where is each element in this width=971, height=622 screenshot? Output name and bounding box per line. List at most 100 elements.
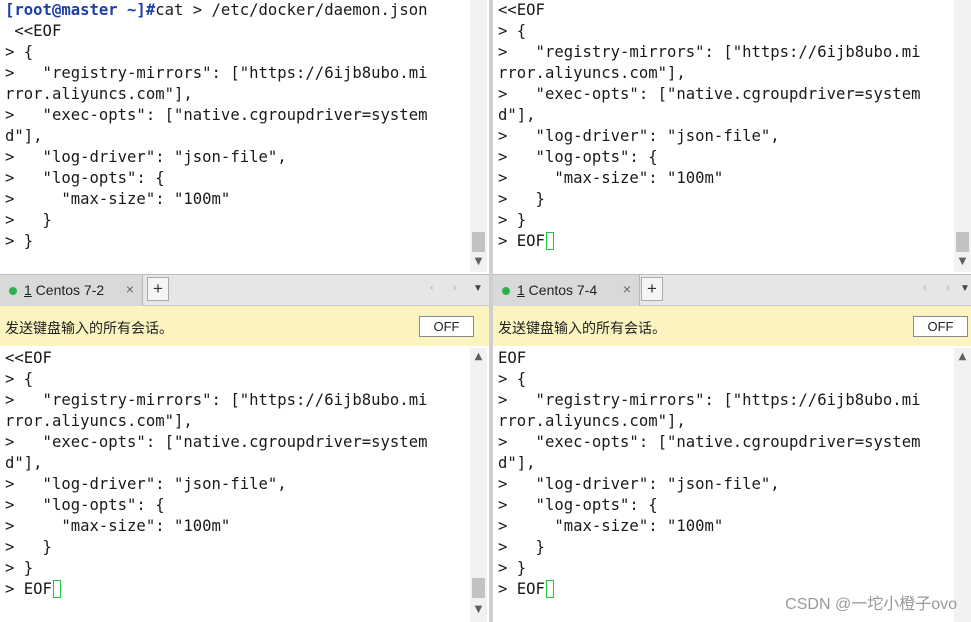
broadcast-message: 发送键盘输入的所有会话。 xyxy=(498,320,666,336)
terminal-text: > } xyxy=(5,538,52,556)
terminal-text: d"], xyxy=(498,106,536,124)
scroll-down-icon[interactable]: ▼ xyxy=(470,601,487,618)
text-cursor xyxy=(545,232,554,250)
vertical-scrollbar[interactable]: ▲ xyxy=(954,348,971,622)
tab-nav-arrows[interactable]: ‹ › xyxy=(923,282,957,294)
vertical-scrollbar[interactable]: ▲ ▼ xyxy=(470,348,487,622)
add-tab-button[interactable]: + xyxy=(641,277,663,301)
terminal-text: > { xyxy=(5,43,34,61)
terminal-line: > "log-driver": "json-file", xyxy=(498,126,920,147)
terminal-text: > } xyxy=(5,559,34,577)
terminal-text: d"], xyxy=(5,454,43,472)
terminal-text: EOF xyxy=(498,349,527,367)
terminal-text: rror.aliyuncs.com"], xyxy=(5,412,193,430)
scrollbar-thumb[interactable] xyxy=(472,578,485,598)
terminal-line: > } xyxy=(498,189,920,210)
terminal-pane-bottom-right[interactable]: EOF > {> "registry-mirrors": ["https://6i… xyxy=(493,348,971,622)
terminal-text: > "registry-mirrors": ["https://6ijb8ubo… xyxy=(498,391,921,409)
terminal-text: > } xyxy=(498,559,527,577)
terminal-line: d"], xyxy=(498,453,920,474)
terminal-text: > "exec-opts": ["native.cgroupdriver=sys… xyxy=(5,433,428,451)
scroll-up-icon[interactable]: ▲ xyxy=(954,348,971,365)
tab-label: 1 Centos 7-2 xyxy=(24,282,105,298)
status-dot-icon xyxy=(9,287,17,295)
scrollbar-thumb[interactable] xyxy=(472,232,485,252)
terminal-text: > "max-size": "100m" xyxy=(498,517,724,535)
terminal-text: > "log-driver": "json-file", xyxy=(498,127,780,145)
terminal-line: > { xyxy=(498,369,920,390)
terminal-text: > } xyxy=(498,190,545,208)
close-icon[interactable]: × xyxy=(126,281,134,297)
broadcast-off-button[interactable]: OFF xyxy=(419,316,474,337)
close-icon[interactable]: × xyxy=(623,281,631,297)
terminal-line: > "log-opts": { xyxy=(5,495,427,516)
terminal-line: > "exec-opts": ["native.cgroupdriver=sys… xyxy=(5,105,427,126)
tab-centos-7-4[interactable]: 1 Centos 7-4 × xyxy=(493,275,640,306)
scroll-down-icon[interactable]: ▼ xyxy=(954,253,971,270)
terminal-output: <<EOF > {> "registry-mirrors": ["https://… xyxy=(0,348,427,600)
tab-nav-arrows[interactable]: ‹ › xyxy=(430,282,464,294)
terminal-text: > } xyxy=(498,211,527,229)
terminal-text: <<EOF xyxy=(498,1,545,19)
terminal-text: > } xyxy=(5,232,34,250)
terminal-pane-bottom-left[interactable]: <<EOF > {> "registry-mirrors": ["https://… xyxy=(0,348,489,622)
terminal-line: rror.aliyuncs.com"], xyxy=(5,411,427,432)
terminal-text: > "max-size": "100m" xyxy=(5,190,231,208)
terminal-text: rror.aliyuncs.com"], xyxy=(498,64,686,82)
scrollbar-thumb[interactable] xyxy=(956,232,969,252)
broadcast-input-bar: 发送键盘输入的所有会话。 OFF xyxy=(493,306,971,346)
terminal-text: > "registry-mirrors": ["https://6ijb8ubo… xyxy=(5,391,428,409)
terminal-line: <<EOF xyxy=(5,21,427,42)
terminal-text: <<EOF xyxy=(5,349,52,367)
terminal-line: > "exec-opts": ["native.cgroupdriver=sys… xyxy=(498,432,920,453)
terminal-text: > "exec-opts": ["native.cgroupdriver=sys… xyxy=(498,85,921,103)
terminal-line: > "exec-opts": ["native.cgroupdriver=sys… xyxy=(5,432,427,453)
terminal-pane-top-left[interactable]: [root@master ~]#cat > /etc/docker/daemon… xyxy=(0,0,489,272)
terminal-line: > "log-opts": { xyxy=(498,495,920,516)
terminal-pane-top-right[interactable]: <<EOF > {> "registry-mirrors": ["https://… xyxy=(493,0,971,272)
terminal-text: > "max-size": "100m" xyxy=(498,169,724,187)
add-tab-button[interactable]: + xyxy=(147,277,169,301)
chevron-down-icon[interactable]: ▼ xyxy=(473,283,483,294)
vertical-scrollbar[interactable]: ▼ xyxy=(470,0,487,272)
scroll-up-icon[interactable]: ▲ xyxy=(470,348,487,365)
terminal-text: > EOF xyxy=(5,580,52,598)
tab-label: 1 Centos 7-4 xyxy=(517,282,598,298)
terminal-line: EOF xyxy=(498,348,920,369)
terminal-text: cat > /etc/docker/daemon.json xyxy=(155,1,428,19)
terminal-text: > { xyxy=(498,22,527,40)
terminal-line: > { xyxy=(5,42,427,63)
terminal-line: > "log-driver": "json-file", xyxy=(5,474,427,495)
terminal-line: d"], xyxy=(498,105,920,126)
terminal-line: > "log-driver": "json-file", xyxy=(498,474,920,495)
terminal-line: > { xyxy=(5,369,427,390)
terminal-line: > "log-opts": { xyxy=(5,168,427,189)
terminal-text: > "registry-mirrors": ["https://6ijb8ubo… xyxy=(5,64,428,82)
terminal-line: > } xyxy=(498,537,920,558)
terminal-text: > "max-size": "100m" xyxy=(5,517,231,535)
terminal-line: > "exec-opts": ["native.cgroupdriver=sys… xyxy=(498,84,920,105)
terminal-text: > "log-opts": { xyxy=(5,169,165,187)
scroll-down-icon[interactable]: ▼ xyxy=(470,253,487,270)
terminal-output: [root@master ~]#cat > /etc/docker/daemon… xyxy=(0,0,427,252)
terminal-text: > "log-driver": "json-file", xyxy=(5,475,287,493)
terminal-text: > EOF xyxy=(498,580,545,598)
terminal-line: > } xyxy=(5,231,427,252)
broadcast-input-bar: 发送键盘输入的所有会话。 OFF xyxy=(0,306,489,346)
chevron-down-icon[interactable]: ▼ xyxy=(960,283,970,294)
broadcast-off-button[interactable]: OFF xyxy=(913,316,968,337)
terminal-text: > "log-driver": "json-file", xyxy=(498,475,780,493)
tab-bar: 1 Centos 7-4 × + ‹ › ▼ xyxy=(493,274,971,306)
terminal-text: rror.aliyuncs.com"], xyxy=(5,85,193,103)
tab-centos-7-2[interactable]: 1 Centos 7-2 × xyxy=(0,275,143,306)
terminal-line: > "log-driver": "json-file", xyxy=(5,147,427,168)
terminal-text: > "log-opts": { xyxy=(498,496,658,514)
terminal-output: EOF > {> "registry-mirrors": ["https://6i… xyxy=(493,348,920,600)
terminal-text: d"], xyxy=(498,454,536,472)
terminal-line: > { xyxy=(498,21,920,42)
terminal-line: > } xyxy=(498,558,920,579)
terminal-text: > "exec-opts": ["native.cgroupdriver=sys… xyxy=(5,106,428,124)
vertical-scrollbar[interactable]: ▼ xyxy=(954,0,971,272)
terminal-line: > EOF xyxy=(498,231,920,252)
broadcast-message: 发送键盘输入的所有会话。 xyxy=(5,320,173,336)
